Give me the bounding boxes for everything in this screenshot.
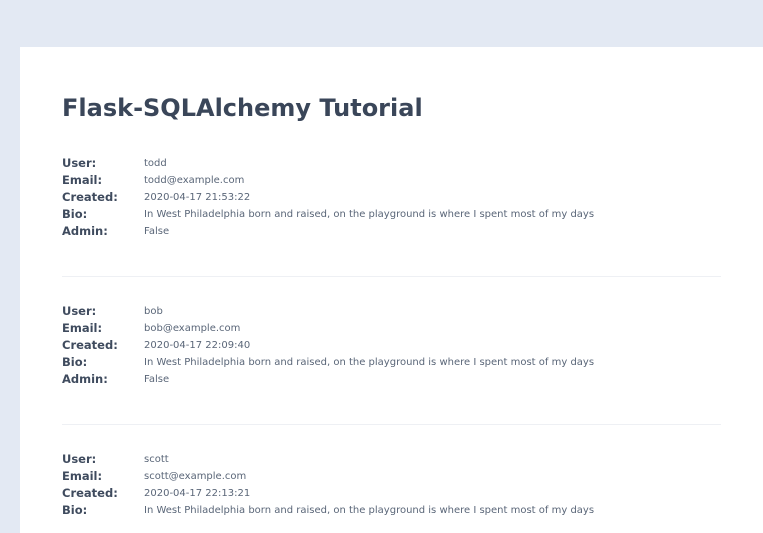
email-row: Email: scott@example.com xyxy=(62,468,721,485)
email-value: todd@example.com xyxy=(144,175,245,186)
admin-value: False xyxy=(144,374,170,385)
created-value: 2020-04-17 22:09:40 xyxy=(144,340,251,351)
record-divider xyxy=(62,276,721,277)
bio-row: Bio: In West Philadelphia born and raise… xyxy=(62,206,721,223)
user-label: User: xyxy=(62,156,97,170)
created-row: Created: 2020-04-17 22:13:21 xyxy=(62,485,721,502)
created-value: 2020-04-17 21:53:22 xyxy=(144,192,251,203)
admin-label: Admin: xyxy=(62,372,108,386)
bio-value: In West Philadelphia born and raised, on… xyxy=(144,505,595,516)
created-row: Created: 2020-04-17 22:09:40 xyxy=(62,337,721,354)
bio-value: In West Philadelphia born and raised, on… xyxy=(144,357,595,368)
bio-label: Bio: xyxy=(62,207,88,221)
user-row: User: todd xyxy=(62,155,721,172)
email-value: bob@example.com xyxy=(144,323,241,334)
created-row: Created: 2020-04-17 21:53:22 xyxy=(62,189,721,206)
page-title: Flask-SQLAlchemy Tutorial xyxy=(62,94,423,122)
admin-row: Admin: False xyxy=(62,223,721,240)
user-record: User: bob Email: bob@example.com Created… xyxy=(62,303,721,388)
user-record: User: scott Email: scott@example.com Cre… xyxy=(62,451,721,519)
email-label: Email: xyxy=(62,469,103,483)
bio-label: Bio: xyxy=(62,355,88,369)
email-label: Email: xyxy=(62,173,103,187)
email-value: scott@example.com xyxy=(144,471,247,482)
record-divider xyxy=(62,424,721,425)
user-row: User: scott xyxy=(62,451,721,468)
created-value: 2020-04-17 22:13:21 xyxy=(144,488,251,499)
user-label: User: xyxy=(62,452,97,466)
bio-label: Bio: xyxy=(62,503,88,517)
created-label: Created: xyxy=(62,190,118,204)
bio-value: In West Philadelphia born and raised, on… xyxy=(144,209,595,220)
username-value: bob xyxy=(144,306,163,317)
bio-row: Bio: In West Philadelphia born and raise… xyxy=(62,354,721,371)
created-label: Created: xyxy=(62,338,118,352)
admin-row: Admin: False xyxy=(62,371,721,388)
username-value: scott xyxy=(144,454,169,465)
bio-row: Bio: In West Philadelphia born and raise… xyxy=(62,502,721,519)
user-row: User: bob xyxy=(62,303,721,320)
admin-value: False xyxy=(144,226,170,237)
user-record: User: todd Email: todd@example.com Creat… xyxy=(62,155,721,240)
email-row: Email: bob@example.com xyxy=(62,320,721,337)
email-row: Email: todd@example.com xyxy=(62,172,721,189)
username-value: todd xyxy=(144,158,167,169)
user-label: User: xyxy=(62,304,97,318)
admin-label: Admin: xyxy=(62,224,108,238)
created-label: Created: xyxy=(62,486,118,500)
email-label: Email: xyxy=(62,321,103,335)
content-card: Flask-SQLAlchemy Tutorial User: todd Ema… xyxy=(20,47,763,533)
